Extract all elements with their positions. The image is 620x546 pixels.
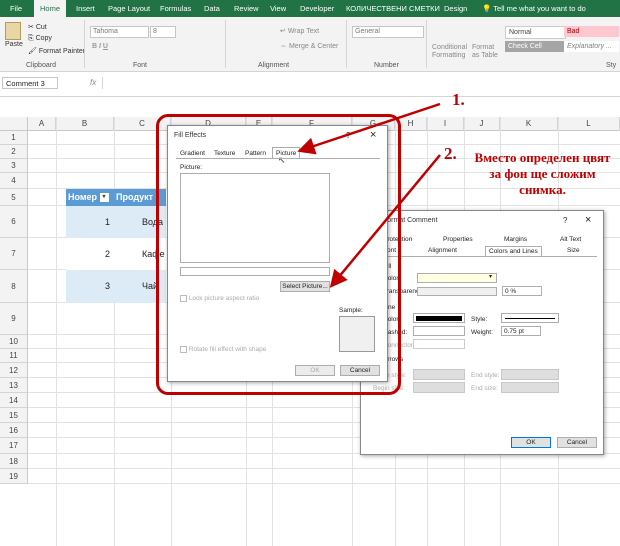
step-2-label: 2. [444, 144, 457, 163]
annotation-arrows [297, 102, 441, 288]
annotation-note: Вместо определен цвят за фон ще сложим с… [474, 150, 611, 197]
arrow-to-select-picture [329, 154, 441, 288]
step-1-label: 1. [452, 90, 465, 109]
arrow-to-picture-tab [297, 102, 441, 155]
